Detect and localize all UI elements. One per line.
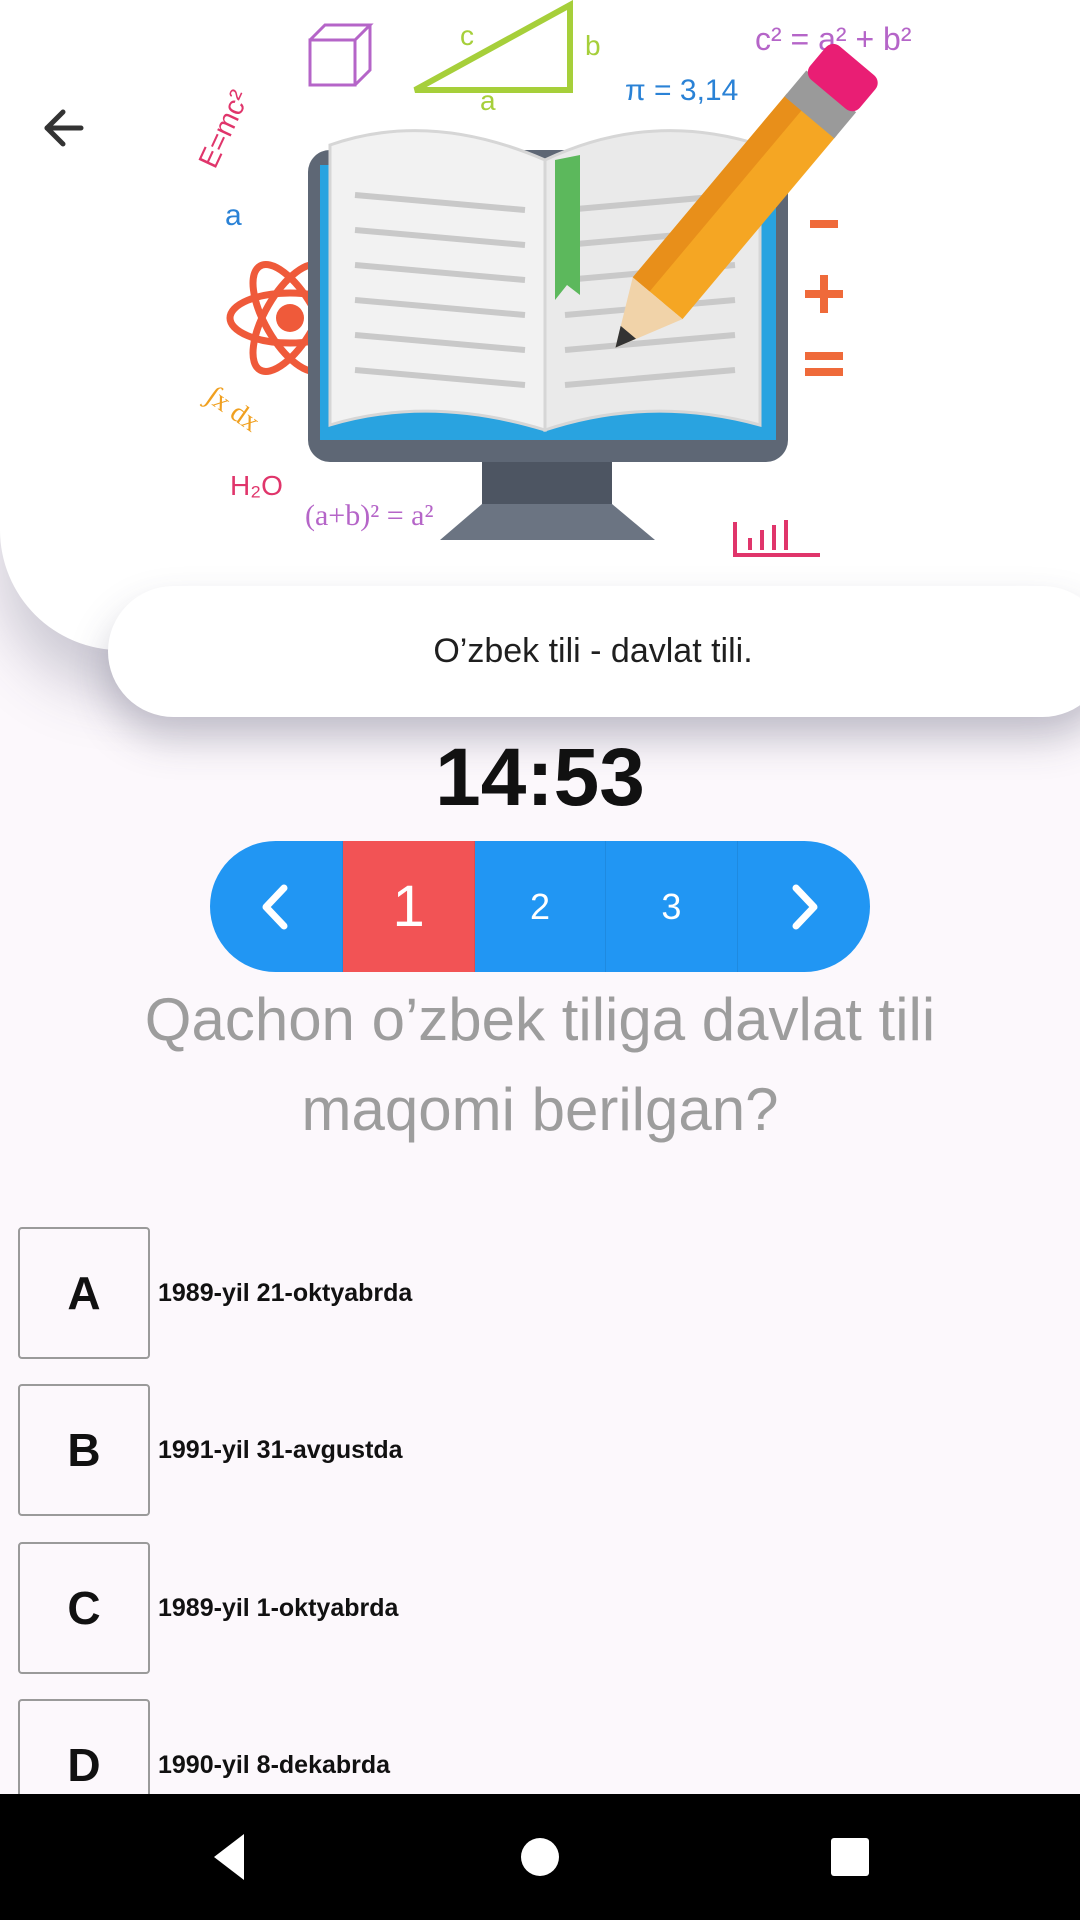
question-text: Qachon o’zbek tiliga davlat tili maqomi … bbox=[144, 986, 936, 1143]
formula-pi: π = 3,14 bbox=[625, 74, 738, 107]
nav-home-circle-icon bbox=[521, 1838, 559, 1876]
svg-text:a: a bbox=[225, 199, 242, 232]
formula-square: (a+b)² = a² bbox=[305, 499, 433, 532]
nav-recents-square-icon bbox=[831, 1838, 869, 1876]
answer-letter: B bbox=[18, 1384, 150, 1516]
page-button-3[interactable]: 3 bbox=[606, 841, 738, 972]
answer-text: 1989-yil 21-oktyabrda bbox=[158, 1278, 413, 1307]
answer-letter: C bbox=[18, 1542, 150, 1674]
page-button-1[interactable]: 1 bbox=[343, 841, 475, 972]
answer-text: 1990-yil 8-dekabrda bbox=[158, 1750, 391, 1779]
topic-card: O’zbek tili - davlat tili. bbox=[108, 586, 1080, 717]
next-question-button[interactable] bbox=[738, 841, 870, 972]
back-button[interactable] bbox=[30, 95, 96, 161]
question-pager: 1 2 3 bbox=[210, 841, 870, 972]
answer-option-a[interactable]: A 1989-yil 21-oktyabrda bbox=[18, 1227, 413, 1359]
nav-back-button[interactable] bbox=[200, 1822, 270, 1892]
topic-title: O’zbek tili - davlat tili. bbox=[433, 632, 753, 670]
nav-recents-button[interactable] bbox=[815, 1822, 885, 1892]
nav-home-button[interactable] bbox=[505, 1822, 575, 1892]
answer-option-c[interactable]: C 1989-yil 1-oktyabrda bbox=[18, 1542, 399, 1674]
page-button-2[interactable]: 2 bbox=[475, 841, 607, 972]
arrow-left-icon bbox=[44, 109, 84, 147]
formula-h2o: H₂O bbox=[230, 470, 283, 501]
education-illustration: c b a c² = a² + b² π = 3,14 E=mc² a H₂O … bbox=[192, 0, 912, 557]
header-illustration: c b a c² = a² + b² π = 3,14 E=mc² a H₂O … bbox=[0, 0, 1080, 650]
svg-text:b: b bbox=[585, 30, 601, 61]
answer-text: 1989-yil 1-oktyabrda bbox=[158, 1593, 399, 1622]
answer-text: 1991-yil 31-avgustda bbox=[158, 1435, 403, 1464]
formula-integral: ∫x dx bbox=[199, 379, 265, 439]
chevron-left-icon bbox=[262, 884, 288, 929]
answer-option-b[interactable]: B 1991-yil 31-avgustda bbox=[18, 1384, 403, 1516]
answer-letter: A bbox=[18, 1227, 150, 1359]
prev-question-button[interactable] bbox=[210, 841, 344, 972]
formula-emc2: E=mc² bbox=[192, 85, 255, 172]
nav-back-triangle-icon bbox=[214, 1834, 244, 1880]
chevron-right-icon bbox=[792, 884, 818, 929]
svg-text:c: c bbox=[460, 20, 474, 51]
svg-text:a: a bbox=[480, 85, 496, 116]
countdown-timer: 14:53 bbox=[435, 732, 645, 823]
system-navigation-bar bbox=[0, 1794, 1080, 1920]
